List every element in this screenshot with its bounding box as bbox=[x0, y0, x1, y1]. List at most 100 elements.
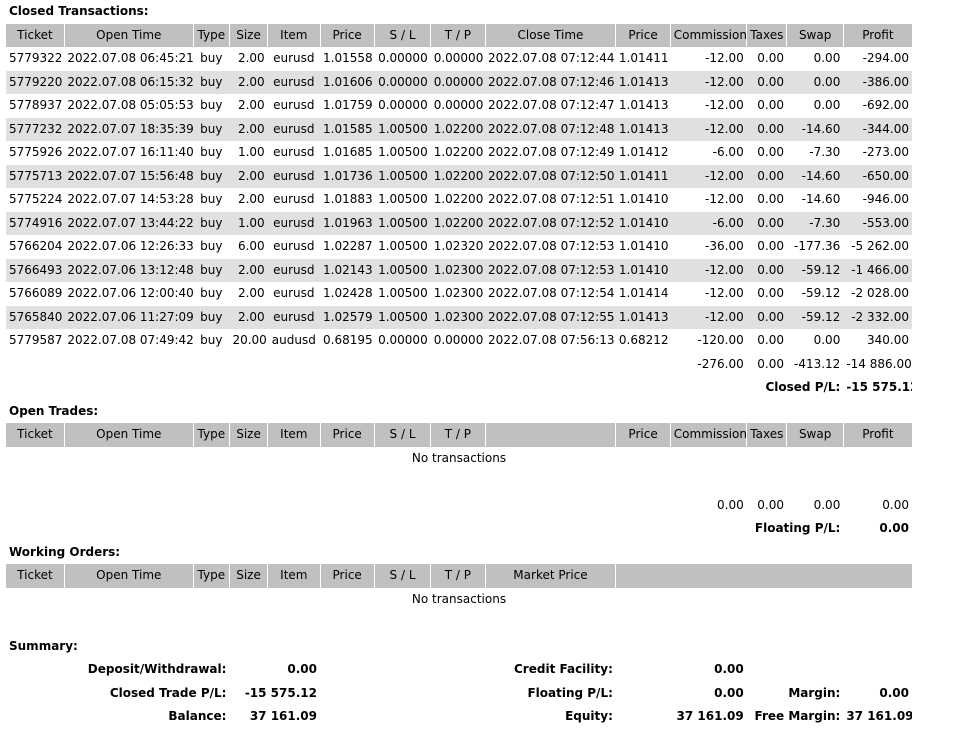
cell-profit: -386.00 bbox=[843, 70, 912, 94]
cell-tp: 0.00000 bbox=[430, 70, 486, 94]
cell-item: eurusd bbox=[267, 211, 320, 235]
cell-price: 0.68195 bbox=[323, 333, 373, 347]
working-header-row: Ticket Open Time Type Size Item Price S / LT /… bbox=[6, 564, 912, 588]
open-header-2: Type bbox=[193, 423, 230, 447]
floating-pl-value: 0.00 bbox=[879, 521, 909, 535]
cell-swap: 0.00 bbox=[813, 98, 841, 112]
cell-swap: -59.12 bbox=[786, 305, 844, 329]
summary-row-1: Deposit/Withdrawal: 0.00 Credit Facility… bbox=[6, 658, 912, 682]
cell-close-price: 0.68212 bbox=[618, 333, 669, 347]
cell-type: buy bbox=[193, 305, 230, 329]
cell-item: eurusd bbox=[273, 145, 315, 159]
cell-size: 2.00 bbox=[229, 70, 268, 94]
cell-swap: -59.12 bbox=[801, 286, 841, 300]
closed-transactions-title: Closed Transactions: bbox=[9, 4, 149, 18]
cell-ticket: 5775926 bbox=[9, 145, 63, 159]
open-total-swap: 0.00 bbox=[813, 497, 841, 512]
closed-pl-value: -15 575.12 bbox=[846, 380, 912, 394]
cell-taxes: 0.00 bbox=[757, 333, 784, 347]
cell-taxes: 0.00 bbox=[746, 70, 787, 94]
cell-swap: -177.36 bbox=[794, 239, 841, 253]
cell-sl: 1.00500 bbox=[374, 258, 431, 282]
working-header-6: S / L bbox=[374, 564, 432, 588]
cell-sl: 0.00000 bbox=[378, 333, 428, 347]
cell-commission: -12.00 bbox=[670, 70, 747, 94]
cell-open-time: 2022.07.07 16:11:40 bbox=[67, 145, 194, 159]
trade-report: Closed Transactions: Ticket Open Time Type… bbox=[6, 0, 912, 729]
cell-close-price: 1.01410 bbox=[618, 239, 669, 253]
cell-type: buy bbox=[193, 211, 230, 235]
cell-price: 1.01685 bbox=[323, 145, 373, 159]
cell-price: 1.01736 bbox=[320, 164, 375, 188]
cell-size: 2.00 bbox=[237, 51, 265, 65]
cell-item: audusd bbox=[271, 333, 316, 347]
cell-tp: 0.00000 bbox=[433, 333, 484, 347]
cell-ticket: 5766089 bbox=[9, 286, 63, 300]
cell-type: buy bbox=[200, 98, 223, 112]
open-header-0: Ticket bbox=[6, 423, 65, 447]
cell-ticket: 5779587 bbox=[9, 333, 63, 347]
open-header-4: Item bbox=[267, 423, 321, 447]
cell-commission: -6.00 bbox=[670, 211, 747, 235]
margin-label: Margin: bbox=[788, 685, 841, 700]
cell-item: eurusd bbox=[267, 117, 320, 141]
cell-open-time: 2022.07.06 11:27:09 bbox=[64, 305, 194, 329]
report-table: Closed Transactions: Ticket Open Time Type… bbox=[6, 0, 912, 729]
equity-value: 37 161.09 bbox=[676, 709, 744, 723]
table-row: 5779322 2022.07.08 06:45:21 buy 2.00 eurusd 1… bbox=[6, 47, 912, 71]
working-header-9 bbox=[615, 564, 912, 588]
cell-commission: -12.00 bbox=[670, 305, 747, 329]
cell-profit: -1 466.00 bbox=[843, 258, 912, 282]
table-row: 5779220 2022.07.08 06:15:32 buy 2.00 eurusd 1… bbox=[6, 70, 912, 94]
cell-size: 2.00 bbox=[237, 286, 265, 300]
closed-header-1: Open Time bbox=[64, 23, 194, 47]
cell-ticket: 5777232 bbox=[6, 117, 65, 141]
cell-open-time: 2022.07.08 06:15:32 bbox=[64, 70, 194, 94]
cell-size: 2.00 bbox=[229, 117, 268, 141]
cell-size: 2.00 bbox=[237, 98, 265, 112]
cell-open-time: 2022.07.06 12:00:40 bbox=[67, 286, 194, 300]
closed-transactions-body: 5779322 2022.07.08 06:45:21 buy 2.00 eurusd 1… bbox=[6, 47, 912, 353]
cell-close-time: 2022.07.08 07:12:51 bbox=[488, 192, 615, 206]
open-total-profit: 0.00 bbox=[882, 497, 909, 512]
cell-price: 1.02287 bbox=[323, 239, 373, 253]
cell-taxes: 0.00 bbox=[757, 286, 784, 300]
working-header-0: Ticket bbox=[6, 564, 65, 588]
closed-header-12: Swap bbox=[786, 23, 844, 47]
equity-label: Equity: bbox=[565, 709, 613, 723]
cell-sl: 1.00500 bbox=[374, 164, 431, 188]
cell-swap: -7.30 bbox=[809, 145, 841, 159]
cell-price: 1.01759 bbox=[323, 98, 373, 112]
open-trades-title: Open Trades: bbox=[9, 403, 99, 418]
cell-close-time: 2022.07.08 07:12:48 bbox=[485, 117, 616, 141]
open-spacer bbox=[6, 470, 912, 494]
cell-commission: -12.00 bbox=[705, 98, 744, 112]
open-header-13: Profit bbox=[843, 423, 912, 447]
closed-pl-label: Closed P/L: bbox=[765, 380, 841, 394]
cell-sl: 0.00000 bbox=[378, 51, 428, 65]
closed-pl-row: Closed P/L: -15 575.12 bbox=[6, 376, 912, 400]
cell-close-price: 1.01413 bbox=[615, 70, 671, 94]
cell-type: buy bbox=[193, 164, 230, 188]
working-header-3: Size bbox=[229, 564, 269, 588]
cell-size: 2.00 bbox=[229, 164, 268, 188]
cell-commission: -12.00 bbox=[705, 192, 744, 206]
cell-open-time: 2022.07.07 15:56:48 bbox=[64, 164, 194, 188]
credit-value: 0.00 bbox=[714, 662, 744, 676]
cell-price: 1.02428 bbox=[323, 286, 373, 300]
working-header-2: Type bbox=[193, 564, 230, 588]
working-header-1: Open Time bbox=[64, 564, 194, 588]
summary-floating-label: Floating P/L: bbox=[527, 685, 613, 700]
cell-price: 1.02143 bbox=[320, 258, 375, 282]
cell-size: 1.00 bbox=[229, 211, 268, 235]
cell-close-price: 1.01413 bbox=[618, 98, 669, 112]
table-row: 5765840 2022.07.06 11:27:09 buy 2.00 eurusd 1… bbox=[6, 305, 912, 329]
deposit-value: 0.00 bbox=[287, 662, 317, 676]
cell-type: buy bbox=[200, 145, 223, 159]
cell-swap: -59.12 bbox=[786, 258, 844, 282]
cell-commission: -12.00 bbox=[705, 286, 744, 300]
cell-tp: 1.02300 bbox=[430, 258, 486, 282]
cell-size: 2.00 bbox=[237, 192, 265, 206]
table-row: 5766089 2022.07.06 12:00:40 buy 2.00 eurusd 1… bbox=[6, 282, 912, 306]
cell-profit: -553.00 bbox=[843, 211, 912, 235]
